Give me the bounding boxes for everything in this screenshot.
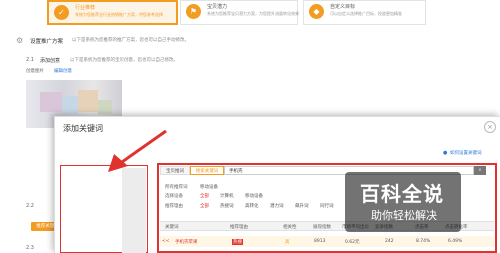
card-item-potential[interactable]: ⚑ 宝贝潜力 系统为您推荐宝贝潜力方案，为您提升流量转化效果: [180, 0, 299, 25]
card-desc: 系统为您推荐全行业热销推广方案，供您参考选择: [75, 12, 163, 17]
step-hint: 以下是系统为您推荐的宝贝创意，您也可以自己修改。: [70, 58, 178, 63]
add-keyword-arrow[interactable]: <<: [162, 239, 170, 244]
search-icon: ⌕: [478, 167, 482, 173]
thumbnail-patch: [78, 90, 98, 112]
close-icon[interactable]: ×: [484, 121, 496, 133]
competition-cell: 242: [385, 239, 394, 244]
arrow-head: [108, 154, 128, 172]
filter-label: 选择设备: [165, 194, 183, 199]
filter-option[interactable]: 移动设备: [245, 193, 263, 199]
annotation-arrow: [108, 129, 167, 172]
help-link[interactable]: 如何设置关键词: [450, 150, 482, 156]
filter-option[interactable]: 计算机: [220, 193, 234, 199]
step-number: 2.3: [26, 245, 34, 251]
card-title: 行业推荐: [75, 5, 96, 11]
section-hint: 以下是系统为您推荐的推广方案，您也可以自己手动修改。: [72, 38, 189, 43]
card-desc: 系统为您推荐宝贝潜力方案，为您提升流量转化效果: [207, 11, 299, 16]
bid-cell: 0.62元: [345, 240, 360, 245]
cvr-cell: 6.49%: [448, 239, 463, 244]
thumbnail-patch: [62, 96, 78, 114]
dialog-title: 添加关键词: [63, 124, 103, 133]
column-header: 展现指数: [313, 225, 331, 230]
filter-option[interactable]: 移动设备: [200, 184, 218, 190]
diamond-icon: ◆: [309, 4, 324, 19]
filter-option[interactable]: 潜力词: [270, 203, 284, 209]
filter-option[interactable]: 高转化: [245, 203, 259, 209]
column-header: 推荐理由: [230, 225, 248, 230]
card-industry-recommend[interactable]: ✓ 行业推荐 系统为您推荐全行业热销推广方案，供您参考选择: [47, 0, 178, 25]
keyword-search-value: 手机壳: [229, 169, 243, 174]
left-panel-scrollbar[interactable]: [122, 168, 146, 253]
watermark-title: 百科全说: [360, 182, 444, 206]
card-custom-goal[interactable]: ◆ 自定义目标 可以自定义选择推广目标，投放更加精准: [303, 0, 426, 25]
relevance-cell: 高: [285, 240, 290, 245]
check-mark-icon: ✓: [54, 5, 69, 20]
creative-label: 创意图片: [26, 69, 44, 74]
watermark-subtitle: 助你轻松解决: [371, 209, 437, 222]
help-icon: ●: [443, 150, 448, 156]
ctr-cell: 8.74%: [416, 239, 431, 244]
step-number: 2.1: [26, 57, 34, 63]
arrow-shaft: [121, 129, 167, 164]
filter-option[interactable]: 全部: [200, 193, 209, 199]
thumbnail-patch: [40, 92, 62, 112]
flag-icon: ⚑: [186, 4, 201, 19]
section-title: 设置推广方案: [30, 39, 64, 45]
card-title: 自定义目标: [330, 4, 356, 10]
column-header: 相关性: [283, 225, 297, 230]
card-desc: 可以自定义选择推广目标，投放更加精准: [330, 11, 402, 16]
filter-option[interactable]: 同行词: [320, 203, 334, 209]
search-button[interactable]: ⌕: [474, 166, 486, 175]
step-number: 2.2: [26, 203, 34, 209]
impression-cell: 8913: [314, 239, 326, 244]
thumbnail-patch: [98, 100, 112, 114]
settings-icon: ⚙: [16, 36, 24, 45]
filter-label: 推荐理由: [165, 204, 183, 209]
filter-label: 所有推荐词: [165, 185, 188, 190]
reason-cell: 热搜: [232, 239, 243, 245]
card-title: 宝贝潜力: [207, 4, 228, 10]
filter-option[interactable]: 热搜词: [220, 203, 234, 209]
step-label: 添加创意: [40, 58, 61, 64]
filter-option[interactable]: 飙升词: [295, 203, 309, 209]
table-row[interactable]: [160, 236, 494, 247]
keyword-cell: 手机壳苹果: [175, 240, 198, 245]
edit-creative-link[interactable]: 编辑创意: [54, 68, 72, 74]
filter-option[interactable]: 全部: [200, 203, 209, 209]
column-header: 关键词: [165, 225, 179, 230]
tab-search-keywords[interactable]: 搜索关键词: [190, 166, 224, 175]
